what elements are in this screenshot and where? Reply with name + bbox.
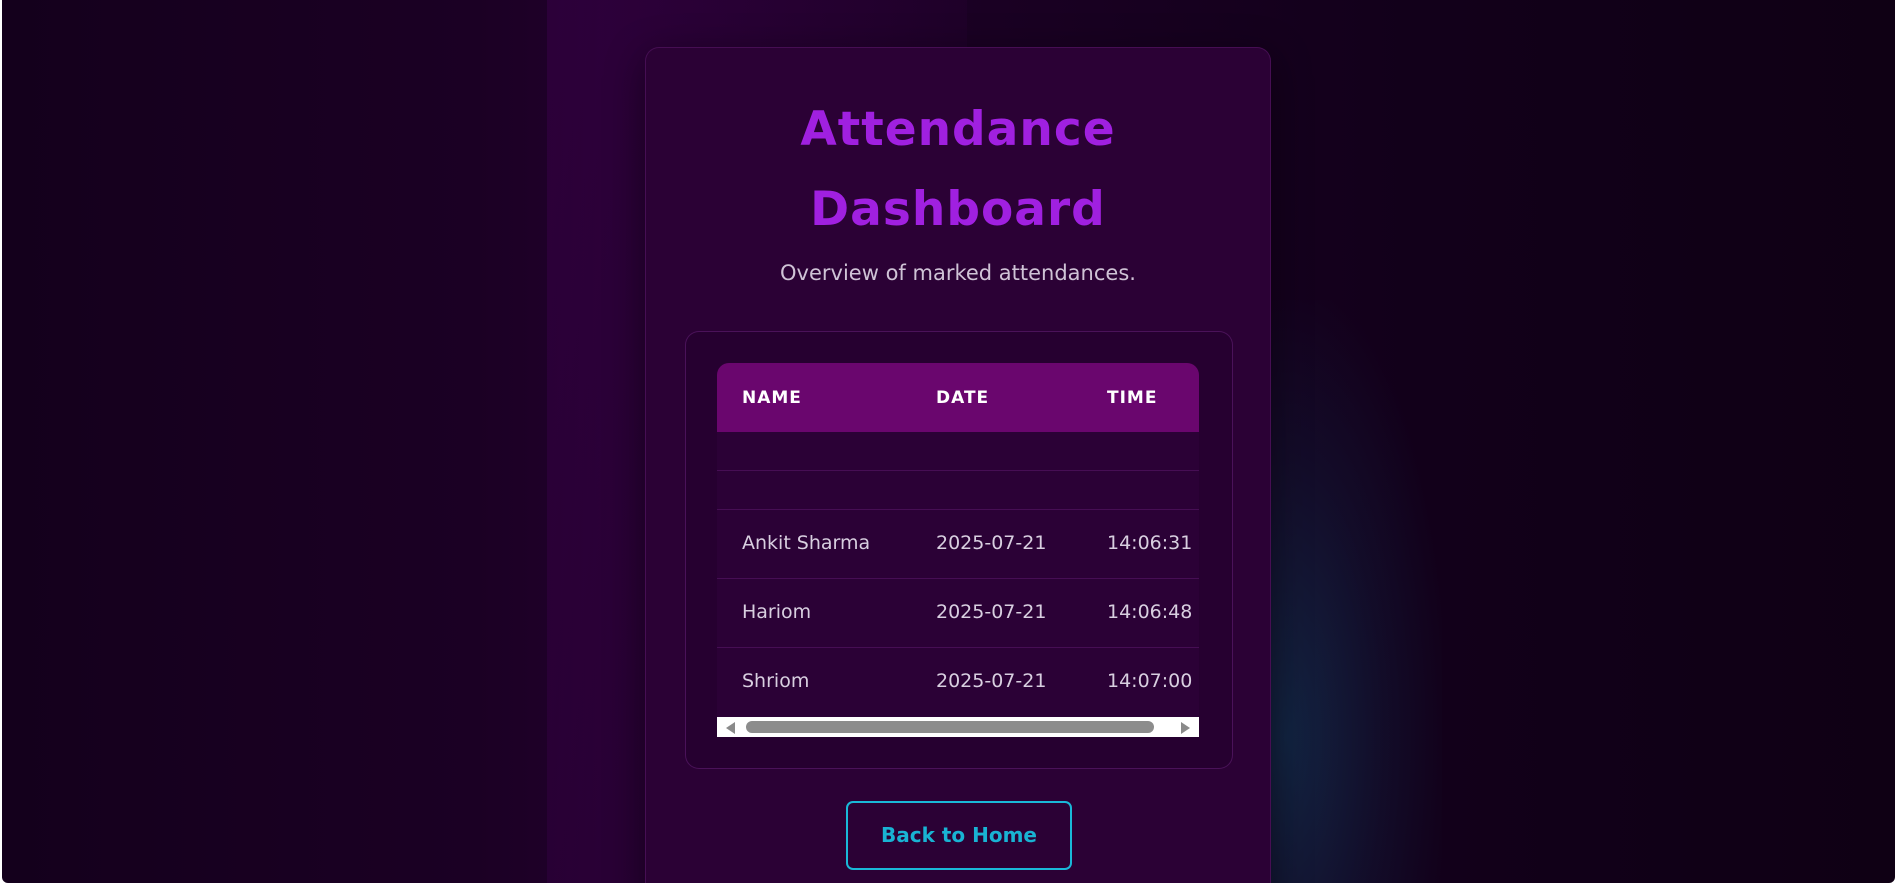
cell-date: 2025-07-21 xyxy=(936,670,1047,692)
horizontal-scrollbar[interactable] xyxy=(717,717,1199,737)
table-row: Shriom 2025-07-21 14:07:00 xyxy=(717,648,1199,717)
table-row: Hariom 2025-07-21 14:06:48 xyxy=(717,579,1199,648)
cell-date: 2025-07-21 xyxy=(936,532,1047,554)
scroll-left-arrow-icon[interactable] xyxy=(726,722,735,734)
cell-name: Ankit Sharma xyxy=(742,532,871,554)
cell-name: Hariom xyxy=(742,601,812,623)
scroll-right-arrow-icon[interactable] xyxy=(1181,722,1190,734)
attendance-table: NAME DATE TIME Ankit Sharma 2025-07-21 1… xyxy=(717,363,1199,737)
page-title: Attendance Dashboard xyxy=(646,90,1270,250)
cell-time: 14:06:48 xyxy=(1107,601,1193,623)
table-row xyxy=(717,471,1199,510)
dashboard-card: Attendance Dashboard Overview of marked … xyxy=(645,47,1271,883)
cell-time: 14:07:00 xyxy=(1107,670,1193,692)
page-viewport: Attendance Dashboard Overview of marked … xyxy=(2,0,1895,883)
table-header: NAME DATE TIME xyxy=(717,363,1199,432)
cell-date: 2025-07-21 xyxy=(936,601,1047,623)
cell-time: 14:06:31 xyxy=(1107,532,1193,554)
cell-name: Shriom xyxy=(742,670,810,692)
header-time: TIME xyxy=(1107,388,1158,408)
header-date: DATE xyxy=(936,388,990,408)
title-line-2: Dashboard xyxy=(810,182,1106,237)
scrollbar-thumb[interactable] xyxy=(746,721,1154,733)
header-name: NAME xyxy=(742,388,802,408)
title-line-1: Attendance xyxy=(800,102,1116,157)
page-subtitle: Overview of marked attendances. xyxy=(780,261,1136,285)
table-row xyxy=(717,432,1199,471)
table-panel: NAME DATE TIME Ankit Sharma 2025-07-21 1… xyxy=(685,331,1233,769)
back-to-home-button[interactable]: Back to Home xyxy=(846,801,1072,870)
table-row: Ankit Sharma 2025-07-21 14:06:31 xyxy=(717,510,1199,579)
